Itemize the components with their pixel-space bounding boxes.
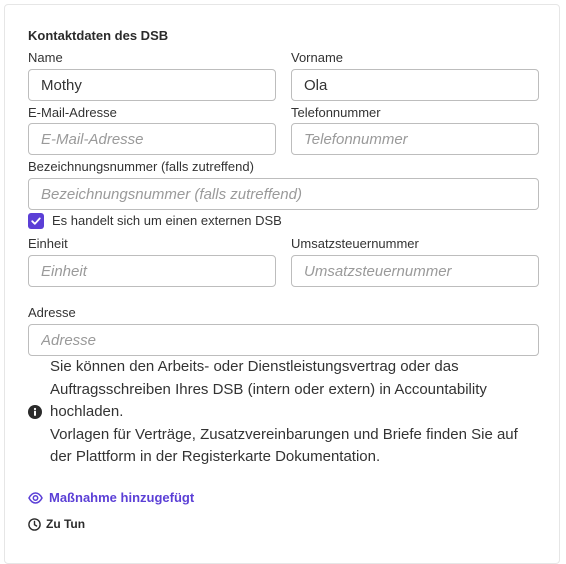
status-todo: Zu Tun <box>28 517 85 531</box>
name-field[interactable] <box>28 69 276 101</box>
einheit-field[interactable] <box>28 255 276 287</box>
clock-icon <box>28 517 41 531</box>
name-label: Name <box>28 50 63 65</box>
adresse-label: Adresse <box>28 305 76 320</box>
telefon-field[interactable] <box>291 123 539 155</box>
status-label: Zu Tun <box>46 517 86 531</box>
external-dsb-label: Es handelt sich um einen externen DSB <box>52 213 282 228</box>
adresse-field[interactable] <box>28 324 539 356</box>
telefon-label: Telefonnummer <box>291 105 381 120</box>
check-icon <box>31 217 41 225</box>
external-dsb-checkbox[interactable] <box>28 213 44 229</box>
info-paragraph-upload: Sie können den Arbeits- oder Dienstleist… <box>50 358 487 421</box>
action-added-label: Maßnahme hinzugefügt <box>49 490 195 505</box>
info-paragraph-templates: Vorlagen für Verträge, Zusatzvereinbarun… <box>50 425 518 466</box>
email-field[interactable] <box>28 123 276 155</box>
info-text: Sie können den Arbeits- oder Dienstleist… <box>50 356 530 469</box>
vorname-field[interactable] <box>291 69 539 101</box>
ust-field[interactable] <box>291 255 539 287</box>
eye-icon <box>28 491 43 504</box>
email-label: E-Mail-Adresse <box>28 105 117 120</box>
info-icon <box>28 405 42 419</box>
vorname-label: Vorname <box>291 50 344 65</box>
einheit-label: Einheit <box>28 236 68 251</box>
bezeichnung-label: Bezeichnungsnummer (falls zutreffend) <box>28 159 254 174</box>
action-added-link[interactable]: Maßnahme hinzugefügt <box>28 490 194 505</box>
bezeichnung-field[interactable] <box>28 178 539 210</box>
section-title: Kontaktdaten des DSB <box>28 28 169 43</box>
ust-label: Umsatzsteuernummer <box>291 236 419 251</box>
